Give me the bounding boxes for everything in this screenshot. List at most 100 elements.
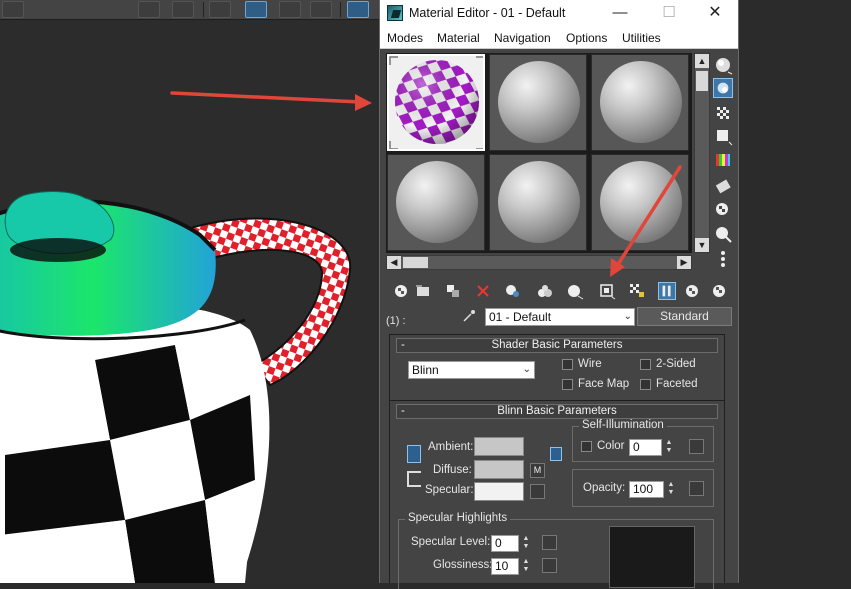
face-map-label: Face Map	[578, 378, 630, 390]
menu-navigation[interactable]: Navigation	[494, 31, 551, 45]
background-icon[interactable]	[710, 282, 728, 300]
scroll-right-arrow[interactable]: ▶	[677, 256, 691, 269]
slots-horizontal-scrollbar[interactable]: ◀ ▶	[386, 255, 692, 270]
lock-link-icon[interactable]	[407, 471, 421, 487]
specular-highlights-group: Specular Highlights Specular Level: 0 ▲ ▼…	[398, 512, 714, 589]
specular-color-swatch[interactable]	[474, 482, 524, 501]
sample-uv-tiling-icon[interactable]	[713, 126, 733, 146]
pick-material-eyedropper-icon[interactable]	[462, 309, 476, 323]
specular-label: Specular:	[425, 484, 474, 496]
scroll-thumb[interactable]	[403, 257, 428, 268]
background-checker-icon[interactable]	[713, 103, 733, 123]
show-shaded-material-icon[interactable]	[598, 282, 616, 300]
material-map-navigator-icon[interactable]	[713, 248, 733, 268]
spinner-arrows-icon[interactable]: ▲ ▼	[521, 535, 531, 552]
title-bar[interactable]: Material Editor - 01 - Default — ☐ ✕	[380, 0, 738, 27]
video-color-check-icon[interactable]	[713, 150, 733, 170]
faceted-checkbox[interactable]	[640, 379, 651, 390]
opacity-spinner[interactable]: 100	[629, 481, 664, 498]
specular-level-spinner[interactable]: 0	[491, 535, 519, 552]
shader-type-value: Blinn	[412, 363, 439, 377]
opacity-group: Opacity: 100 ▲ ▼	[572, 469, 714, 507]
menu-material[interactable]: Material	[437, 31, 480, 45]
diffuse-label: Diffuse:	[433, 464, 472, 476]
put-to-scene-icon[interactable]	[414, 282, 432, 300]
make-preview-icon[interactable]	[713, 176, 733, 196]
scroll-thumb[interactable]	[696, 71, 708, 91]
lock-diffuse-specular-icon[interactable]	[550, 447, 562, 461]
scroll-down-arrow[interactable]: ▼	[695, 238, 709, 252]
material-toolbar	[384, 278, 734, 304]
self-illum-spinner[interactable]: 0	[629, 439, 662, 456]
glossiness-spinner[interactable]: 10	[491, 558, 519, 575]
teapot-model[interactable]	[0, 0, 380, 583]
diffuse-color-swatch[interactable]	[474, 460, 524, 479]
go-forward-to-sibling-icon[interactable]	[684, 282, 702, 300]
diffuse-map-button[interactable]: M	[530, 463, 545, 478]
scroll-up-arrow[interactable]: ▲	[695, 54, 709, 68]
get-material-icon[interactable]	[392, 282, 410, 300]
material-name-value: 01 - Default	[489, 310, 552, 324]
assign-to-selection-icon[interactable]	[444, 282, 462, 300]
reset-map-icon[interactable]	[474, 282, 492, 300]
sample-slot-4[interactable]	[387, 154, 485, 251]
put-to-library-icon[interactable]	[536, 282, 554, 300]
sample-slot-3[interactable]	[591, 54, 689, 151]
gray-sphere-preview	[396, 161, 478, 243]
window-title: Material Editor - 01 - Default	[409, 6, 566, 20]
glossiness-map-button[interactable]	[542, 558, 557, 573]
material-id-channel-icon[interactable]	[566, 282, 584, 300]
sample-slot-5[interactable]	[489, 154, 587, 251]
options-icon[interactable]	[713, 200, 733, 220]
gray-sphere-preview	[600, 61, 682, 143]
rollout-header[interactable]: - Blinn Basic Parameters	[396, 404, 718, 419]
spinner-arrows-icon[interactable]: ▲ ▼	[521, 558, 531, 575]
rollout-title: Shader Basic Parameters	[491, 339, 623, 351]
maximize-button[interactable]: ☐	[656, 3, 682, 23]
chevron-down-icon: ⌄	[623, 311, 632, 322]
spinner-arrows-icon[interactable]: ▲ ▼	[664, 439, 674, 456]
sample-slots-grid	[386, 53, 692, 253]
wire-label: Wire	[578, 358, 602, 370]
material-name-dropdown[interactable]: 01 - Default ⌄	[485, 308, 635, 326]
sample-slot-1[interactable]	[387, 54, 485, 151]
show-end-result-icon[interactable]	[628, 282, 646, 300]
chevron-down-icon: ⌄	[522, 364, 531, 375]
specular-level-value: 0	[495, 536, 502, 550]
slots-vertical-scrollbar[interactable]: ▲ ▼	[694, 53, 710, 253]
sample-slot-6[interactable]	[591, 154, 689, 251]
viewport[interactable]	[0, 0, 380, 583]
make-unique-icon[interactable]	[504, 282, 522, 300]
ambient-color-swatch[interactable]	[474, 437, 524, 456]
gray-sphere-preview	[498, 61, 580, 143]
face-map-checkbox[interactable]	[562, 379, 573, 390]
rollout-header[interactable]: - Shader Basic Parameters	[396, 338, 718, 353]
menu-bar: Modes Material Navigation Options Utilit…	[380, 27, 738, 49]
wire-checkbox[interactable]	[562, 359, 573, 370]
opacity-map-button[interactable]	[689, 481, 704, 496]
specular-level-map-button[interactable]	[542, 535, 557, 550]
two-sided-checkbox[interactable]	[640, 359, 651, 370]
self-illum-map-button[interactable]	[689, 439, 704, 454]
rollout-title: Blinn Basic Parameters	[497, 405, 617, 417]
close-button[interactable]: ✕	[702, 3, 728, 23]
go-to-parent-icon[interactable]	[658, 282, 676, 300]
shader-type-dropdown[interactable]: Blinn ⌄	[408, 361, 535, 379]
menu-options[interactable]: Options	[566, 31, 607, 45]
sample-slot-2[interactable]	[489, 54, 587, 151]
spinner-arrows-icon[interactable]: ▲ ▼	[666, 481, 676, 498]
menu-modes[interactable]: Modes	[387, 31, 423, 45]
specular-map-button[interactable]	[530, 484, 545, 499]
backlight-icon[interactable]	[713, 78, 733, 98]
select-by-material-icon[interactable]	[713, 224, 733, 244]
lock-ambient-diffuse-icon[interactable]	[407, 445, 421, 463]
scroll-left-arrow[interactable]: ◀	[387, 256, 401, 269]
material-name-row: (1) : 01 - Default ⌄ Standard	[380, 306, 738, 328]
sample-type-sphere-icon[interactable]	[713, 55, 733, 75]
minimize-button[interactable]: —	[607, 3, 633, 23]
menu-utilities[interactable]: Utilities	[622, 31, 661, 45]
material-type-button[interactable]: Standard	[637, 307, 732, 326]
self-illum-color-checkbox[interactable]	[581, 441, 592, 452]
collapse-icon: -	[401, 405, 405, 417]
faceted-label: Faceted	[656, 378, 698, 390]
